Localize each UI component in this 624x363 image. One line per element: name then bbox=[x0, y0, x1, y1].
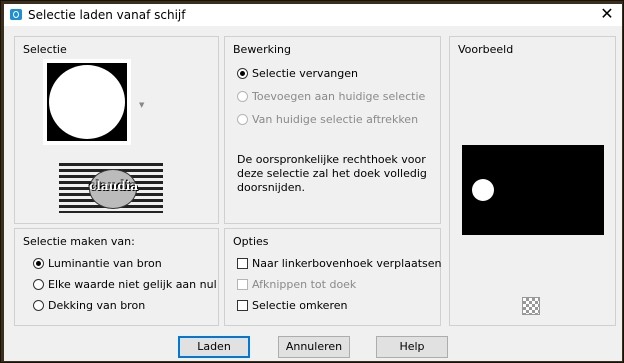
checkbox[interactable] bbox=[237, 300, 248, 311]
maken-van-title: Selectie maken van: bbox=[23, 235, 135, 248]
radio-label: Van huidige selectie aftrekken bbox=[252, 113, 419, 126]
opties-title: Opties bbox=[233, 235, 269, 248]
preview-selection-circle bbox=[472, 179, 494, 201]
selection-thumbnail[interactable] bbox=[43, 59, 131, 145]
checkbox[interactable] bbox=[237, 279, 248, 290]
app-icon bbox=[10, 9, 22, 20]
window-frame: Selectie laden vanaf schijf ✕ Selectie ▼… bbox=[0, 0, 624, 363]
maken-van-panel: Selectie maken van: Luminantie van bron … bbox=[14, 228, 219, 326]
title-bar: Selectie laden vanaf schijf ✕ bbox=[4, 4, 622, 26]
radio-label: Dekking van bron bbox=[48, 299, 146, 312]
radio-dot[interactable] bbox=[237, 114, 248, 125]
voorbeeld-panel: Voorbeeld bbox=[449, 36, 616, 326]
bewerking-panel: Bewerking Selectie vervangen Toevoegen a… bbox=[224, 36, 441, 224]
radio-dot[interactable] bbox=[237, 68, 248, 79]
opties-panel: Opties Naar linkerbovenhoek verplaatsen … bbox=[224, 228, 441, 326]
check-afknippen[interactable]: Afknippen tot doek bbox=[237, 278, 356, 291]
load-button[interactable]: Laden bbox=[178, 336, 250, 358]
selectie-panel: Selectie ▼ claudia bbox=[14, 36, 219, 224]
bewerking-description: De oorspronkelijke rechthoek voor deze s… bbox=[237, 153, 427, 194]
checkbox-label: Naar linkerbovenhoek verplaatsen bbox=[252, 257, 442, 270]
radio-luminantie[interactable]: Luminantie van bron bbox=[33, 257, 162, 270]
scroll-arrow-icon[interactable]: ▼ bbox=[139, 101, 144, 109]
close-icon[interactable]: ✕ bbox=[598, 5, 616, 23]
radio-label: Toevoegen aan huidige selectie bbox=[252, 90, 426, 103]
radio-label: Luminantie van bron bbox=[48, 257, 162, 270]
cancel-button[interactable]: Annuleren bbox=[278, 336, 350, 358]
preview-canvas bbox=[462, 145, 604, 235]
voorbeeld-title: Voorbeeld bbox=[458, 43, 514, 56]
checkbox[interactable] bbox=[237, 258, 248, 269]
check-omkeren[interactable]: Selectie omkeren bbox=[237, 299, 347, 312]
radio-elke-waarde[interactable]: Elke waarde niet gelijk aan nul bbox=[33, 278, 217, 291]
radio-aftrekken[interactable]: Van huidige selectie aftrekken bbox=[237, 113, 418, 126]
radio-selectie-vervangen[interactable]: Selectie vervangen bbox=[237, 67, 358, 80]
window-title: Selectie laden vanaf schijf bbox=[28, 8, 186, 22]
checkbox-label: Afknippen tot doek bbox=[252, 278, 357, 291]
radio-dekking[interactable]: Dekking van bron bbox=[33, 299, 145, 312]
dialog-body: Selectie ▼ claudia Bewerking Selectie ve bbox=[4, 26, 622, 361]
check-linkerbovenhoek[interactable]: Naar linkerbovenhoek verplaatsen bbox=[237, 257, 441, 270]
bewerking-title: Bewerking bbox=[233, 43, 291, 56]
claudia-thumbnail: claudia bbox=[59, 163, 163, 213]
dialog: Selectie laden vanaf schijf ✕ Selectie ▼… bbox=[4, 4, 622, 361]
claudia-logo-text: claudia bbox=[89, 179, 139, 193]
checkbox-label: Selectie omkeren bbox=[252, 299, 348, 312]
radio-dot[interactable] bbox=[33, 279, 44, 290]
selectie-title: Selectie bbox=[23, 43, 67, 56]
radio-toevoegen[interactable]: Toevoegen aan huidige selectie bbox=[237, 90, 425, 103]
radio-label: Selectie vervangen bbox=[252, 67, 358, 80]
transparency-grid-icon[interactable] bbox=[522, 297, 540, 315]
radio-dot[interactable] bbox=[237, 91, 248, 102]
radio-dot[interactable] bbox=[33, 258, 44, 269]
radio-dot[interactable] bbox=[33, 300, 44, 311]
radio-label: Elke waarde niet gelijk aan nul bbox=[48, 278, 217, 291]
help-button[interactable]: Help bbox=[376, 336, 448, 358]
